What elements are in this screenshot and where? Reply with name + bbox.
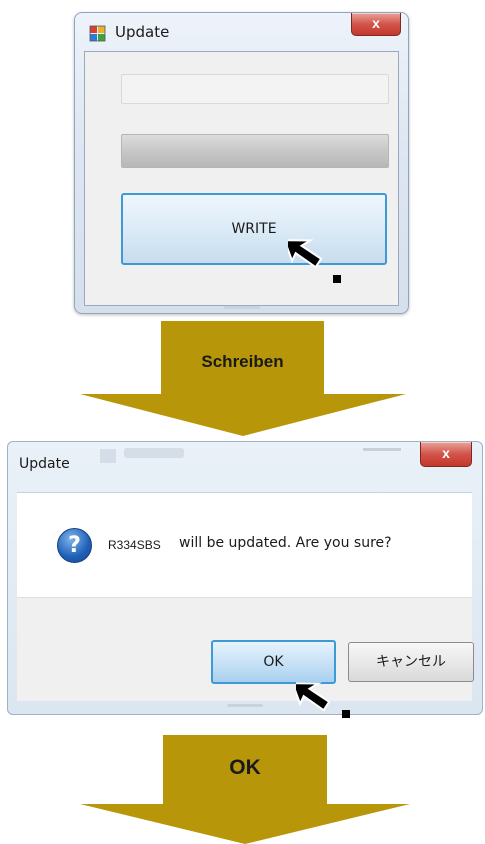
close-icon: x bbox=[372, 15, 380, 31]
window-title: Update bbox=[115, 23, 170, 41]
dialog-button-bar: OK キャンセル bbox=[17, 597, 474, 701]
step-label-1: Schreiben bbox=[201, 352, 284, 371]
text-field[interactable] bbox=[121, 74, 389, 104]
window-content: WRITE bbox=[84, 51, 399, 306]
progress-bar bbox=[121, 134, 389, 168]
background-window-title bbox=[124, 448, 184, 458]
device-name: R334SBS bbox=[108, 538, 161, 552]
step-label-2: OK bbox=[229, 756, 261, 779]
title-bar: Update x bbox=[75, 13, 408, 49]
dialog-title: Update bbox=[19, 456, 70, 472]
confirm-dialog: Update x ? R334SBS will be updated. Are … bbox=[7, 441, 483, 715]
cursor-icon bbox=[296, 682, 331, 712]
cancel-button[interactable]: キャンセル bbox=[348, 642, 474, 682]
question-icon: ? bbox=[57, 528, 92, 563]
close-icon: x bbox=[442, 445, 450, 461]
resize-grip bbox=[227, 704, 263, 707]
dialog-message: will be updated. Are you sure? bbox=[179, 535, 392, 551]
cursor-icon bbox=[288, 239, 323, 269]
step-arrow-1-head bbox=[80, 394, 406, 436]
app-icon bbox=[89, 25, 107, 43]
close-button[interactable]: x bbox=[351, 13, 401, 36]
dialog-close-button[interactable]: x bbox=[420, 442, 472, 467]
background-window-control bbox=[363, 448, 401, 451]
update-window: Update x WRITE bbox=[74, 12, 409, 314]
background-window-icon bbox=[100, 449, 116, 463]
cursor-marker bbox=[333, 275, 341, 283]
cursor-marker bbox=[342, 710, 350, 718]
dialog-message-area: ? R334SBS will be updated. Are you sure? bbox=[17, 492, 472, 597]
resize-grip bbox=[224, 306, 260, 309]
step-arrow-2-head bbox=[80, 804, 410, 844]
write-button[interactable]: WRITE bbox=[121, 193, 387, 265]
